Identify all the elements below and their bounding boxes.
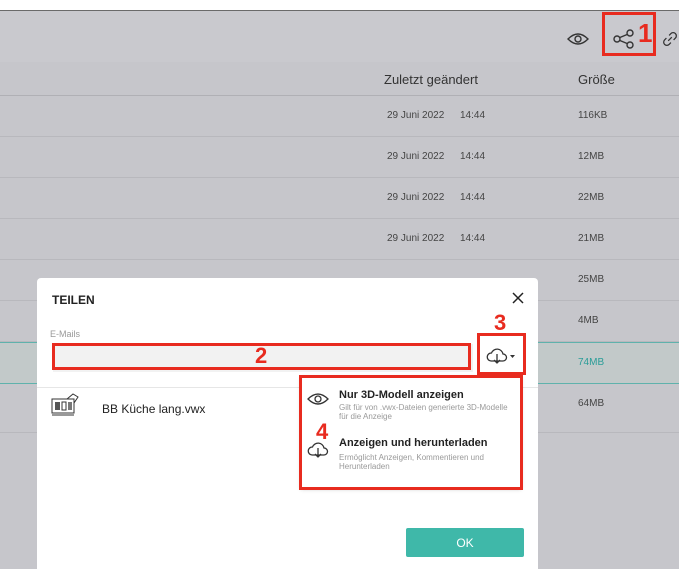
link-icon[interactable] bbox=[661, 27, 679, 51]
file-name: BB Küche lang.vwx bbox=[102, 402, 206, 416]
annotation-box-permission bbox=[477, 333, 526, 375]
table-row[interactable]: 29 Juni 2022 14:44 22MB bbox=[0, 178, 679, 219]
annotation-number-3: 3 bbox=[494, 310, 507, 335]
eye-icon[interactable] bbox=[566, 27, 590, 51]
table-row[interactable]: 29 Juni 2022 14:44 12MB bbox=[0, 137, 679, 178]
annotation-number-2: 2 bbox=[255, 343, 268, 368]
window-top bbox=[0, 0, 679, 10]
close-icon[interactable] bbox=[510, 290, 526, 306]
toolbar bbox=[0, 10, 679, 63]
file-thumbnail-icon bbox=[51, 393, 79, 417]
table-row[interactable]: 29 Juni 2022 14:44 21MB bbox=[0, 219, 679, 260]
email-label: E-Mails bbox=[50, 329, 81, 339]
annotation-box-dropdown bbox=[299, 375, 523, 490]
column-header-modified[interactable]: Zuletzt geändert bbox=[384, 72, 478, 87]
table-row[interactable]: 29 Juni 2022 14:44 116KB bbox=[0, 96, 679, 137]
column-header-size[interactable]: Größe bbox=[578, 72, 615, 87]
dialog-title: TEILEN bbox=[52, 293, 95, 307]
annotation-number-1: 1 bbox=[638, 18, 653, 48]
ok-button[interactable]: OK bbox=[406, 528, 524, 557]
table-header: Zuletzt geändert Größe bbox=[0, 62, 679, 96]
annotation-number-4: 4 bbox=[316, 419, 329, 444]
